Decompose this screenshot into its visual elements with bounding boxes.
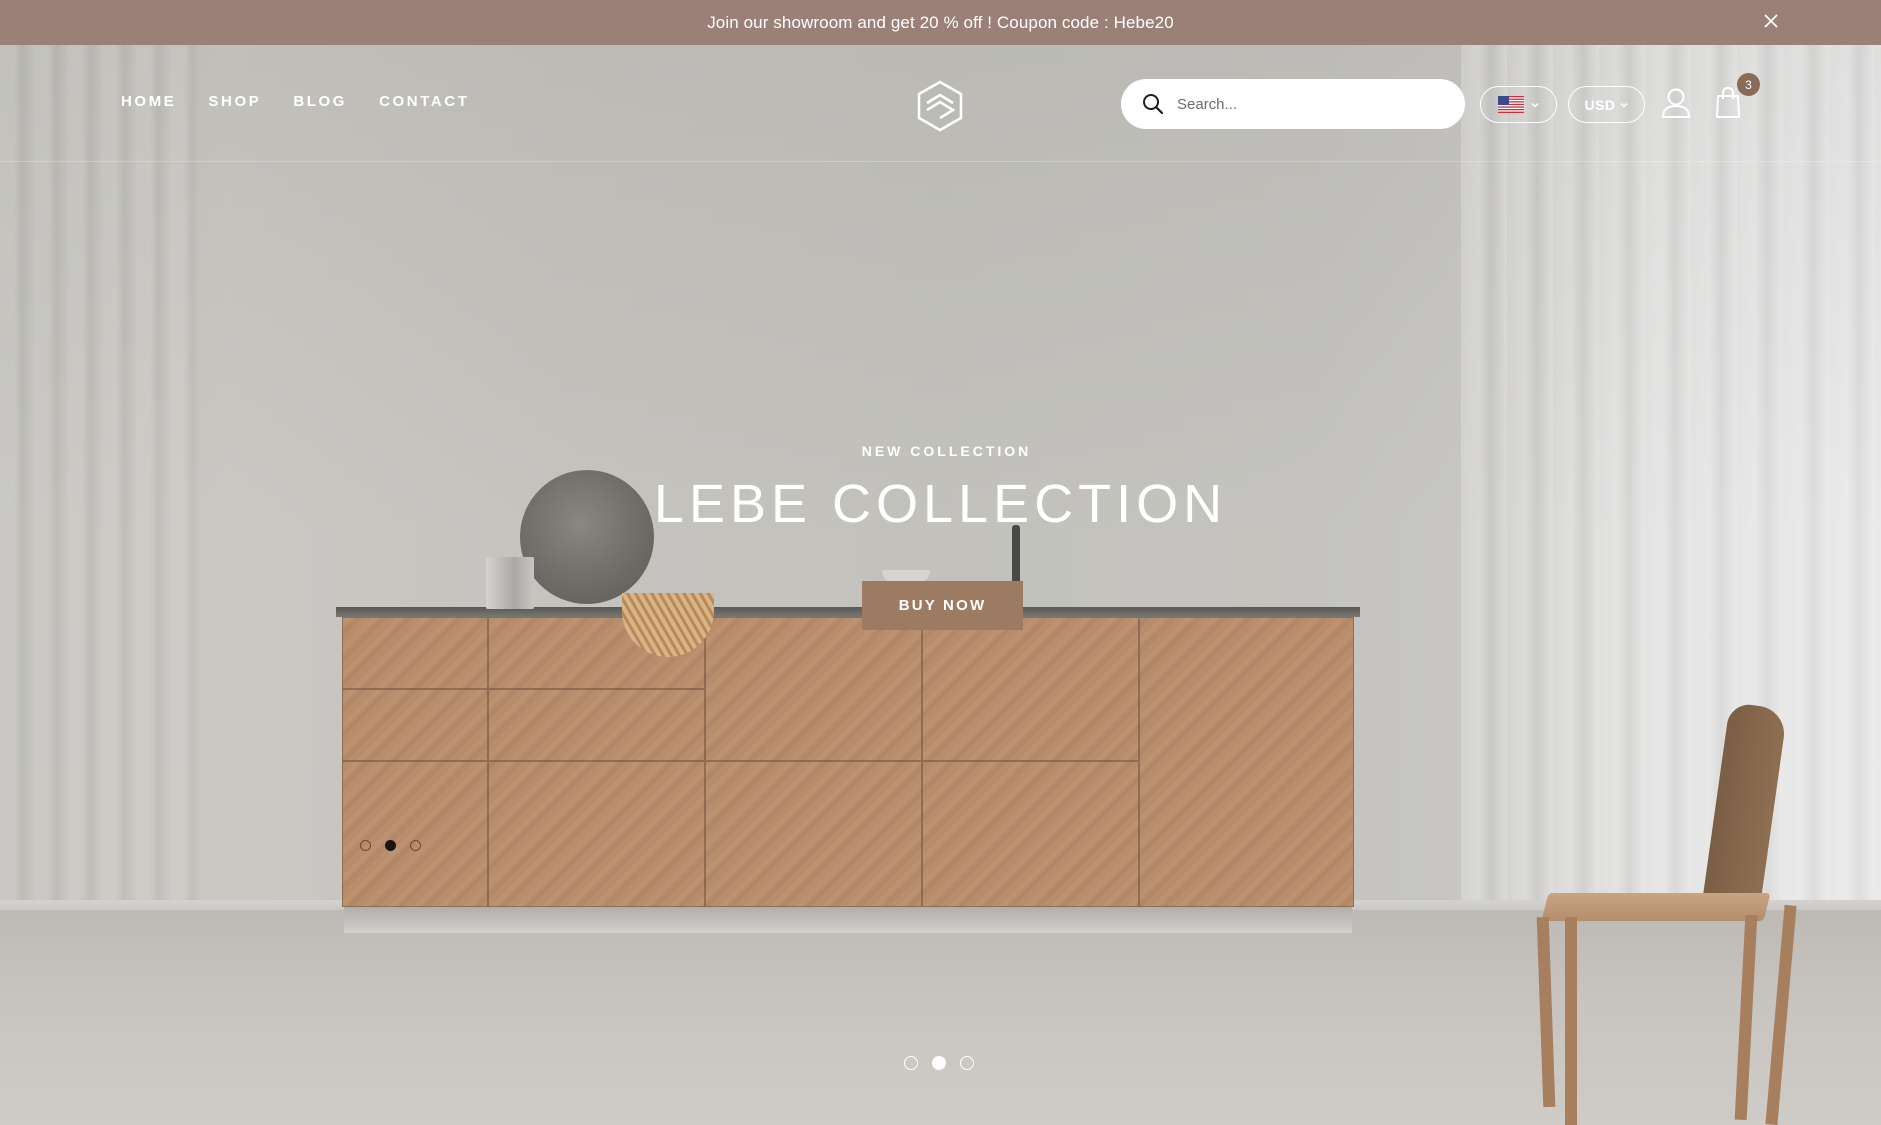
currency-label: USD [1584, 96, 1616, 113]
nav-contact[interactable]: CONTACT [379, 93, 469, 110]
main-nav: HOME SHOP BLOG CONTACT [121, 93, 501, 110]
hero-slider-pagination [904, 1056, 988, 1070]
chevron-down-icon [1620, 102, 1628, 108]
slide-dot-2[interactable] [932, 1056, 946, 1070]
site-header: HOME SHOP BLOG CONTACT Search... USD [0, 45, 1881, 162]
hero-text: NEW COLLECTION LEBE COLLECTION [0, 443, 1881, 531]
slide-dot-3[interactable] [960, 1056, 974, 1070]
announcement-bar: Join our showroom and get 20 % off ! Cou… [0, 0, 1881, 45]
buy-now-button[interactable]: BUY NOW [862, 581, 1023, 630]
page: Join our showroom and get 20 % off ! Cou… [0, 0, 1881, 1125]
inner-slide-dot-2[interactable] [385, 840, 396, 851]
language-selector[interactable] [1480, 86, 1557, 123]
inner-slide-dot-1[interactable] [360, 840, 371, 851]
chevron-down-icon [1530, 102, 1539, 108]
search-input[interactable] [1177, 95, 1447, 113]
brand-logo-icon[interactable] [916, 79, 964, 133]
user-icon[interactable] [1660, 86, 1692, 120]
hero-headline: LEBE COLLECTION [653, 474, 1228, 534]
announcement-text: Join our showroom and get 20 % off ! Cou… [707, 12, 1174, 32]
search-bar [1121, 79, 1465, 129]
us-flag-icon [1497, 96, 1524, 113]
hero-eyebrow: NEW COLLECTION [861, 443, 1032, 459]
currency-selector[interactable]: USD [1568, 86, 1645, 123]
close-icon[interactable] [1759, 9, 1783, 33]
inner-slide-dot-3[interactable] [410, 840, 421, 851]
nav-home[interactable]: HOME [121, 93, 176, 110]
kitchen-counter-image [336, 607, 1360, 945]
nav-blog[interactable]: BLOG [293, 93, 347, 110]
inner-slider-pagination [360, 840, 435, 851]
search-icon[interactable] [1141, 92, 1165, 116]
decor-jar [486, 557, 534, 609]
nav-shop[interactable]: SHOP [208, 93, 261, 110]
cart-count-badge: 3 [1737, 73, 1760, 96]
slide-dot-1[interactable] [904, 1056, 918, 1070]
